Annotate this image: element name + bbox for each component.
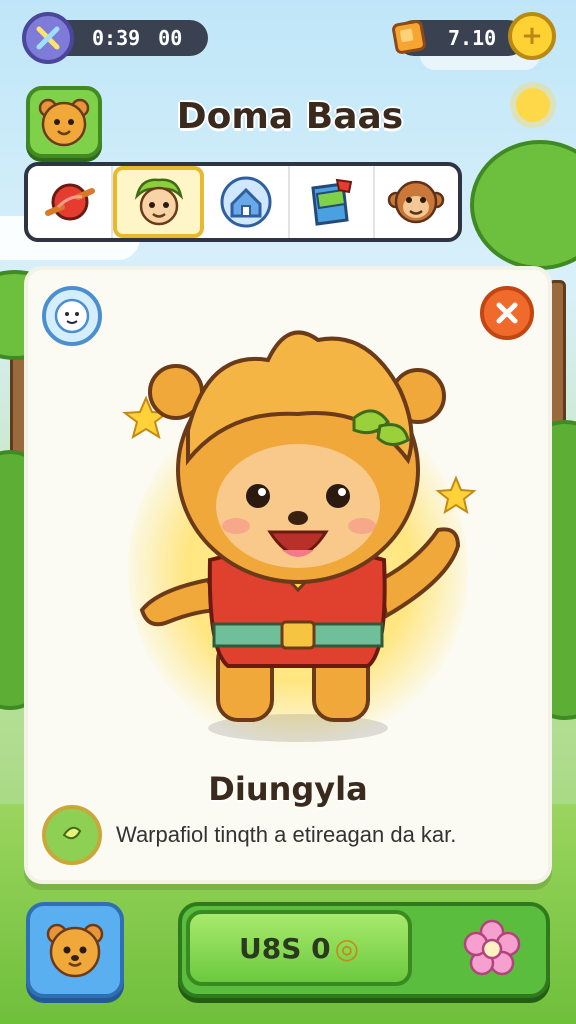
player-avatar-button[interactable]: [26, 86, 102, 158]
tab-candy[interactable]: [28, 166, 114, 238]
bear-face-icon: [38, 98, 90, 147]
bear-character-illustration: [122, 330, 477, 742]
character-description-row: Warpafiol tinqth a etireagan da kar.: [42, 804, 532, 866]
add-coin-button[interactable]: +: [508, 12, 556, 60]
timer-count: 00: [158, 26, 183, 50]
coin-icon: ◎: [334, 931, 360, 965]
buy-price: U8S 0: [238, 931, 331, 965]
close-icon: [496, 302, 518, 324]
crossed-tools-icon: [36, 26, 60, 50]
flag-book-icon: [311, 178, 353, 226]
tree-foliage: [470, 140, 576, 270]
sun-icon: [516, 88, 550, 122]
character-description: Warpafiol tinqth a etireagan da kar.: [116, 822, 457, 847]
candy-icon: [44, 183, 95, 221]
mascot-help-button[interactable]: [42, 286, 102, 346]
tab-character[interactable]: [113, 166, 205, 238]
currency-text: 7.10: [448, 26, 497, 50]
tab-home[interactable]: [204, 166, 290, 238]
ghost-mascot-icon: [54, 298, 90, 334]
page-title: Doma Baas: [176, 96, 404, 137]
bear-face-icon: [46, 923, 104, 978]
flower-icon: [463, 919, 521, 976]
buy-button[interactable]: U8S 0 ◎: [186, 910, 412, 986]
tab-flag[interactable]: [290, 166, 375, 238]
timer-text: 0:39: [92, 26, 141, 50]
leaf-badge-icon: [42, 805, 102, 865]
plus-icon: +: [521, 21, 543, 51]
flower-button[interactable]: [460, 916, 524, 980]
profile-button[interactable]: [26, 902, 124, 998]
character-name: Diungyla: [208, 770, 368, 808]
home-icon: [220, 176, 272, 228]
character-face-icon: [134, 178, 183, 226]
close-button[interactable]: [480, 286, 534, 340]
gem-icon: [386, 14, 432, 60]
category-tabs: [24, 162, 462, 242]
tools-button[interactable]: [22, 12, 74, 64]
tab-pet[interactable]: [375, 166, 458, 238]
monkey-face-icon: [388, 180, 445, 224]
